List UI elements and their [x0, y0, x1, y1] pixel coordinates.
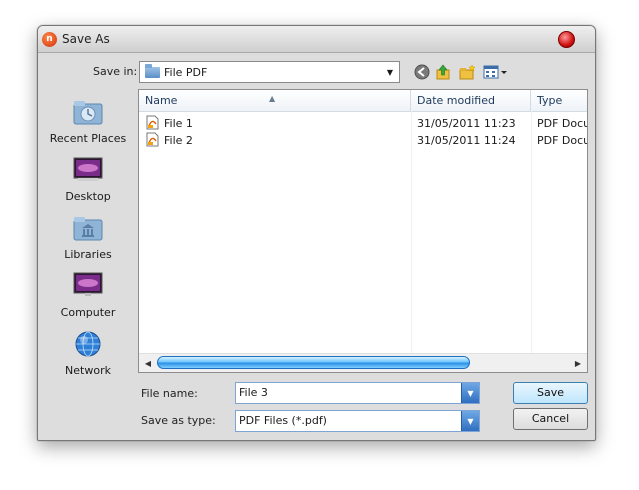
scroll-left-button[interactable]: ◀ [140, 355, 156, 371]
file-date-cell: 31/05/2011 11:24 [417, 134, 516, 147]
scrollbar-thumb[interactable] [157, 356, 470, 369]
new-folder-button[interactable] [458, 63, 476, 81]
file-list[interactable]: Name ▲ Date modified Type File 1 31/05/2… [138, 89, 588, 373]
app-icon: n [42, 32, 57, 47]
place-label: Desktop [65, 190, 111, 203]
chevron-down-icon[interactable]: ▼ [461, 411, 479, 431]
view-menu-button[interactable] [483, 63, 509, 81]
computer-icon [73, 272, 103, 298]
place-computer[interactable]: Computer [38, 272, 138, 330]
horizontal-scrollbar[interactable]: ◀ ▶ [139, 353, 587, 372]
save-in-value: File PDF [164, 66, 208, 79]
up-folder-icon [436, 64, 450, 80]
place-label: Libraries [64, 248, 112, 261]
column-header-date-modified[interactable]: Date modified [411, 90, 531, 111]
file-name-cell: File 1 [164, 117, 193, 130]
title-bar[interactable]: n Save As [38, 26, 595, 53]
save-as-type-dropdown[interactable]: PDF Files (*.pdf) ▼ [235, 410, 480, 432]
places-bar: Recent Places Desktop Libraries Computer… [38, 86, 138, 377]
file-name-input[interactable]: File 3 ▼ [235, 382, 480, 404]
file-row[interactable]: File 1 31/05/2011 11:23 PDF Docum [139, 115, 587, 132]
network-icon [75, 331, 101, 357]
chevron-down-icon[interactable]: ▼ [381, 62, 399, 82]
column-date-label: Date modified [417, 94, 495, 107]
cancel-button[interactable]: Cancel [513, 408, 588, 430]
desktop-icon [73, 157, 103, 181]
window-title: Save As [62, 32, 110, 46]
file-name-cell: File 2 [164, 134, 193, 147]
folder-icon [145, 64, 160, 78]
close-button[interactable] [558, 31, 575, 48]
save-as-dialog: n Save As Save in: File PDF ▼ Recent Pla… [37, 25, 596, 441]
place-network[interactable]: Network [38, 330, 138, 388]
pdf-file-icon [146, 132, 159, 147]
sort-arrow-icon: ▲ [269, 94, 276, 103]
back-button[interactable] [413, 63, 431, 81]
column-type-label: Type [537, 94, 563, 107]
place-libraries[interactable]: Libraries [38, 214, 138, 272]
scroll-right-button[interactable]: ▶ [570, 355, 586, 371]
column-name-label: Name [145, 94, 178, 107]
place-desktop[interactable]: Desktop [38, 156, 138, 214]
place-label: Network [65, 364, 111, 377]
chevron-down-icon[interactable]: ▼ [461, 383, 479, 403]
file-type-cell: PDF Docum [537, 117, 587, 130]
list-header: Name ▲ Date modified Type [139, 90, 587, 112]
save-in-label: Save in: [93, 65, 138, 78]
file-type-cell: PDF Docum [537, 134, 587, 147]
file-date-cell: 31/05/2011 11:23 [417, 117, 516, 130]
save-as-type-label: Save as type: [141, 414, 216, 427]
file-name-value: File 3 [239, 386, 268, 399]
save-button[interactable]: Save [513, 382, 588, 404]
place-recent-places[interactable]: Recent Places [38, 98, 138, 156]
back-arrow-icon [414, 64, 430, 80]
libraries-icon [73, 217, 103, 241]
up-folder-button[interactable] [434, 63, 452, 81]
pdf-file-icon [146, 115, 159, 130]
column-header-type[interactable]: Type [531, 90, 587, 111]
column-header-name[interactable]: Name ▲ [139, 90, 411, 111]
file-row[interactable]: File 2 31/05/2011 11:24 PDF Docum [139, 132, 587, 149]
place-label: Recent Places [49, 132, 127, 145]
view-grid-icon [483, 65, 507, 79]
save-as-type-value: PDF Files (*.pdf) [239, 414, 327, 427]
place-label: Computer [60, 306, 116, 319]
new-folder-icon [459, 64, 475, 80]
recent-places-icon [73, 101, 103, 125]
save-in-dropdown[interactable]: File PDF ▼ [139, 61, 400, 83]
file-name-label: File name: [141, 387, 198, 400]
